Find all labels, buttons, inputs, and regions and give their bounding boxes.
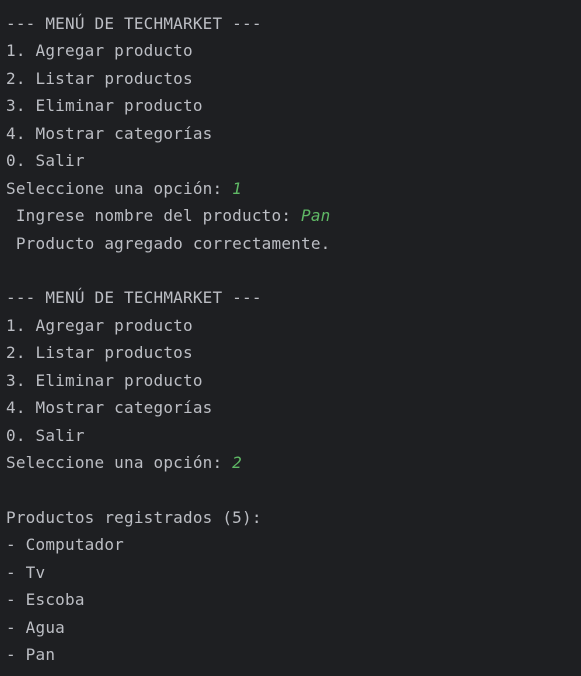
menu-header: --- MENÚ DE TECHMARKET ---: [6, 10, 581, 37]
line-text: Ingrese nombre del producto:: [6, 206, 301, 226]
line-text: 0. Salir: [6, 151, 85, 171]
line-text: - Escoba: [6, 590, 85, 610]
option-prompt: Seleccione una opción: 2: [6, 449, 581, 476]
menu-option-delete: 3. Eliminar producto: [6, 92, 581, 119]
line-text: Seleccione una opción:: [6, 178, 233, 198]
menu-option-exit: 0. Salir: [6, 422, 581, 449]
line-text: - Tv: [6, 562, 46, 582]
line-text: 3. Eliminar producto: [6, 370, 203, 390]
user-input: 1: [232, 178, 242, 198]
line-text: - Computador: [6, 535, 124, 555]
product-list-item: - Escoba: [6, 586, 581, 613]
line-text: - Agua: [6, 617, 65, 637]
success-message: Producto agregado correctamente.: [6, 230, 581, 257]
line-text: 3. Eliminar producto: [6, 96, 203, 116]
product-list-item: - Agua: [6, 614, 581, 641]
menu-option-categories: 4. Mostrar categorías: [6, 394, 581, 421]
products-header: Productos registrados (5):: [6, 504, 581, 531]
option-prompt: Seleccione una opción: 1: [6, 175, 581, 202]
line-text: Producto agregado correctamente.: [6, 233, 331, 253]
menu-option-list: 2. Listar productos: [6, 339, 581, 366]
line-text: Seleccione una opción:: [6, 453, 233, 472]
line-text: 4. Mostrar categorías: [6, 123, 213, 143]
product-name-prompt: Ingrese nombre del producto: Pan: [6, 202, 581, 229]
menu-option-delete: 3. Eliminar producto: [6, 367, 581, 394]
line-text: --- MENÚ DE TECHMARKET ---: [6, 14, 262, 33]
console-output[interactable]: --- MENÚ DE TECHMARKET --- 1. Agregar pr…: [0, 0, 581, 676]
user-input: 2: [232, 453, 242, 472]
line-text: 1. Agregar producto: [6, 315, 193, 335]
user-input: Pan: [300, 206, 331, 226]
line-text: 2. Listar productos: [6, 68, 193, 88]
menu-header: --- MENÚ DE TECHMARKET ---: [6, 284, 581, 311]
line-text: --- MENÚ DE TECHMARKET ---: [6, 288, 262, 308]
menu-option-add: 1. Agregar producto: [6, 312, 581, 339]
line-text: Productos registrados (5):: [6, 507, 262, 527]
line-text: - Pan: [6, 645, 56, 665]
line-text: 1. Agregar producto: [6, 41, 193, 61]
menu-option-exit: 0. Salir: [6, 147, 581, 174]
line-text: 2. Listar productos: [6, 343, 193, 363]
menu-option-add: 1. Agregar producto: [6, 37, 581, 64]
menu-option-categories: 4. Mostrar categorías: [6, 120, 581, 147]
line-text: 4. Mostrar categorías: [6, 398, 213, 418]
product-list-item: - Tv: [6, 559, 581, 586]
menu-option-list: 2. Listar productos: [6, 65, 581, 92]
product-list-item: - Computador: [6, 531, 581, 558]
product-list-item: - Pan: [6, 641, 581, 668]
line-text: 0. Salir: [6, 425, 85, 445]
